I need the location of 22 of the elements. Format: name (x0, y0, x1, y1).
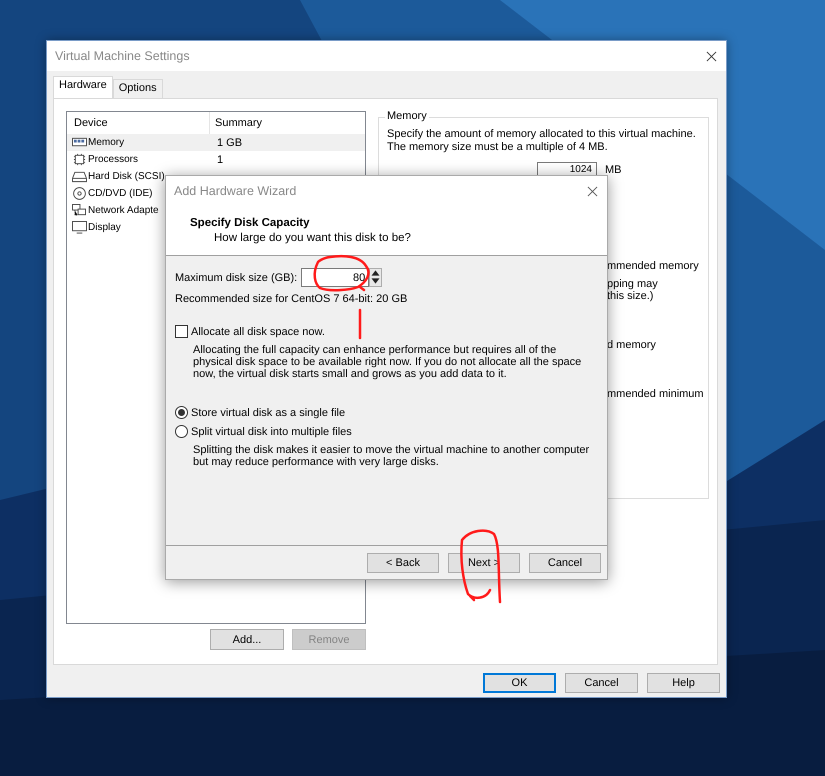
group-title: Memory (385, 110, 429, 122)
device-name: CD/DVD (IDE) (88, 188, 152, 199)
memory-note: mmended minimum (607, 388, 704, 400)
device-name: Processors (88, 154, 138, 165)
device-summary: 1 GB (216, 136, 242, 148)
field-label: Maximum disk size (GB): (175, 272, 298, 284)
device-name: Network Adapte (88, 205, 159, 216)
memory-note: mmended memory (607, 260, 699, 272)
memory-description: Specify the amount of memory allocated to this virtual machine. The memory size must be a multiple of 4 MB. (387, 128, 697, 154)
recommended-size: Recommended size for CentOS 7 64-bit: 20 GB (175, 293, 408, 305)
window-title: Virtual Machine Settings (55, 49, 190, 63)
wizard-heading: Specify Disk Capacity (190, 217, 311, 229)
unit-label: MB (605, 164, 622, 176)
allocate-description: Allocating the full capacity can enhance performance but requires all of the physical disk space to be available right now. If you do not allocate all the space now, the virtual disk starts small and grows as you add data to it. (193, 344, 582, 380)
wizard-subheading: How large do you want this disk to be? (214, 232, 412, 244)
split-description: Splitting the disk makes it easier to move the virtual machine to another computer but may reduce performance with very large disks. (193, 444, 590, 468)
device-name: Memory (88, 137, 124, 148)
memory-note: this size.) (607, 290, 654, 302)
device-name: Display (88, 222, 121, 233)
window-title: Add Hardware Wizard (174, 184, 296, 198)
device-summary: 1 (216, 154, 224, 166)
device-name: Hard Disk (SCSI) (88, 171, 165, 182)
